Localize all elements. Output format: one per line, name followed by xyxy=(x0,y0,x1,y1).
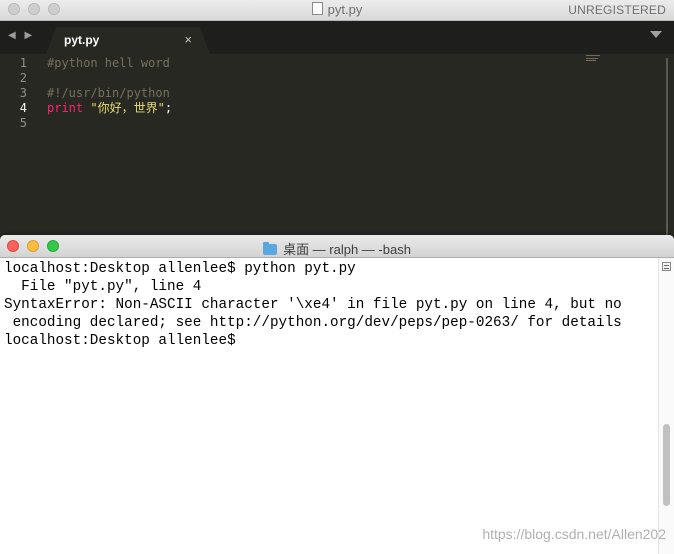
tab-pyt-py[interactable]: pyt.py × xyxy=(46,27,210,54)
sublime-title-text: pyt.py xyxy=(327,2,363,17)
terminal-line: encoding declared; see http://python.org… xyxy=(4,315,622,331)
tab-close-icon[interactable]: × xyxy=(184,32,192,47)
tab-label: pyt.py xyxy=(64,33,100,47)
string-literal: "你好，世界" xyxy=(90,101,165,115)
sublime-titlebar: pyt.py UNREGISTERED xyxy=(0,0,674,21)
folder-icon xyxy=(263,242,278,255)
terminal-title: 桌面 — ralph — -bash xyxy=(0,239,674,258)
terminal-line: localhost:Desktop allenlee$ python pyt.p… xyxy=(4,261,356,277)
scrollbar-menu-icon[interactable] xyxy=(662,262,671,271)
watermark: https://blog.csdn.net/Allen202 xyxy=(482,526,666,542)
line-number-gutter: 1 2 3 4 5 xyxy=(0,54,36,240)
code-line-3: #!/usr/bin/python xyxy=(47,86,170,100)
line-number: 3 xyxy=(19,86,27,100)
terminal-prompt-line: localhost:Desktop allenlee$ xyxy=(4,333,245,349)
sublime-window: pyt.py UNREGISTERED ◀ ▶ pyt.py × 1 2 3 4… xyxy=(0,0,674,240)
document-icon xyxy=(311,2,323,15)
tab-dropdown-icon[interactable] xyxy=(650,31,662,38)
terminal-window: 桌面 — ralph — -bash localhost:Desktop all… xyxy=(0,235,674,554)
terminal-line: File "pyt.py", line 4 xyxy=(4,279,202,295)
line-number: 5 xyxy=(19,116,27,130)
line-number: 1 xyxy=(19,56,27,70)
unregistered-label: UNREGISTERED xyxy=(568,3,666,17)
code-line-4: print "你好，世界"; xyxy=(47,101,172,116)
print-keyword: print xyxy=(47,101,84,115)
terminal-line: SyntaxError: Non-ASCII character '\xe4' … xyxy=(4,297,622,313)
minimap[interactable] xyxy=(586,54,604,64)
sublime-scrollbar[interactable] xyxy=(666,58,668,236)
code-editor[interactable]: 1 2 3 4 5 #python hell word #!/usr/bin/p… xyxy=(0,54,674,240)
terminal-title-text: 桌面 — ralph — -bash xyxy=(283,242,411,257)
scrollbar-thumb[interactable] xyxy=(663,424,670,506)
terminal-titlebar: 桌面 — ralph — -bash xyxy=(0,235,674,258)
line-number: 4 xyxy=(19,101,27,115)
line-number: 2 xyxy=(19,71,27,85)
tab-bar: ◀ ▶ pyt.py × xyxy=(0,21,674,54)
tab-nav-arrows-icon[interactable]: ◀ ▶ xyxy=(8,30,35,41)
terminal-output[interactable]: localhost:Desktop allenlee$ python pyt.p… xyxy=(0,258,658,554)
terminal-scrollbar[interactable] xyxy=(658,258,674,554)
semicolon: ; xyxy=(164,101,173,115)
code-line-1: #python hell word xyxy=(47,56,170,70)
